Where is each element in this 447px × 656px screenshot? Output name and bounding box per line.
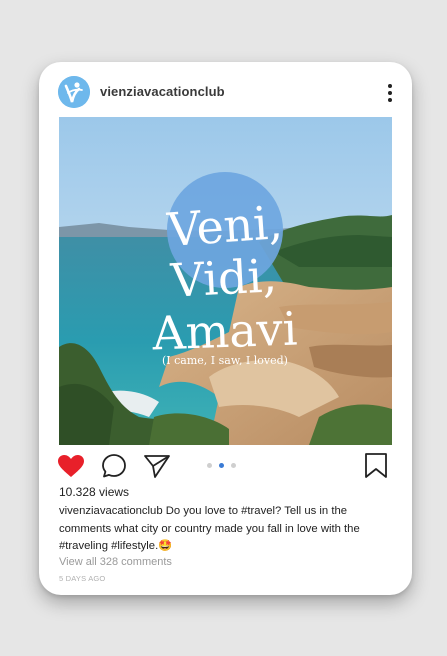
comment-bubble-icon[interactable] (101, 453, 127, 479)
post-image[interactable]: Veni, Vidi, Amavi (I came, I saw, I love… (59, 117, 392, 445)
post-caption: vivenziavacationclub Do you love to #tra… (59, 503, 389, 556)
carousel-dot[interactable] (207, 463, 212, 468)
view-comments-link[interactable]: View all 328 comments (59, 556, 172, 568)
more-vertical-icon[interactable] (383, 82, 397, 104)
brand-logo-icon[interactable] (58, 76, 90, 108)
post-username[interactable]: vienziavacationclub (100, 84, 225, 99)
carousel-dot-active[interactable] (219, 463, 224, 468)
image-title-line3: Amavi (150, 301, 298, 360)
image-title-line2: Vidi, (168, 248, 278, 308)
send-icon[interactable] (143, 454, 171, 479)
carousel-dot[interactable] (231, 463, 236, 468)
image-title-line1: Veni, (165, 195, 285, 257)
image-subtitle: (I came, I saw, I loved) (162, 354, 288, 367)
heart-filled-icon[interactable] (57, 454, 85, 478)
bookmark-icon[interactable] (364, 452, 388, 479)
views-count: 10.328 views (59, 485, 130, 499)
caption-emoji: 🤩 (158, 540, 173, 552)
post-timestamp: 5 DAYS AGO (59, 574, 106, 583)
post-card: vienziavacationclub Veni, Vidi, Amavi (I… (39, 62, 412, 595)
caption-username[interactable]: vivenziavacationclub (59, 505, 163, 517)
